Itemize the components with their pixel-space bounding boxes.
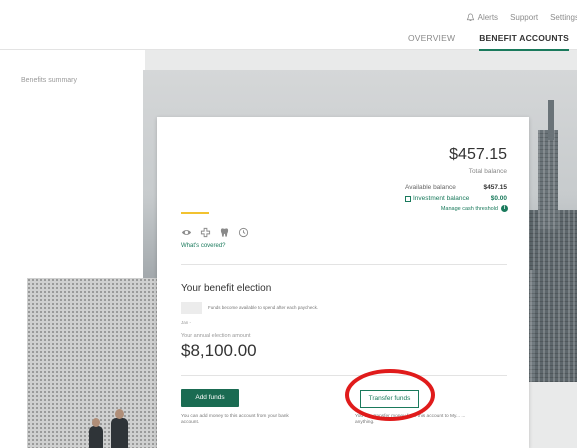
highlight-circle xyxy=(345,369,435,421)
external-link-icon xyxy=(405,195,411,202)
manage-cash-threshold-link[interactable]: Manage cash threshold i xyxy=(441,205,508,212)
add-funds-help: You can add money to this account from y… xyxy=(181,414,289,426)
investment-balance-value: $0.00 xyxy=(490,195,507,202)
info-icon[interactable]: i xyxy=(501,205,508,212)
building-people-image xyxy=(27,278,162,448)
settings-link[interactable]: Settings xyxy=(550,13,577,22)
eye-icon[interactable] xyxy=(181,227,192,238)
annual-election-amount: $8,100.00 xyxy=(181,341,257,360)
alerts-label: Alerts xyxy=(477,13,499,22)
available-balance-row: Available balance $457.15 xyxy=(405,184,507,191)
tab-benefit-accounts[interactable]: BENEFIT ACCOUNTS xyxy=(479,33,569,51)
bell-icon xyxy=(466,13,474,21)
benefit-election-title: Your benefit election xyxy=(181,283,272,294)
available-balance-label: Available balance xyxy=(405,184,456,191)
whats-covered-link[interactable]: What's covered? xyxy=(181,243,226,249)
investment-balance-link[interactable]: Investment balance xyxy=(405,195,479,202)
clock-icon[interactable] xyxy=(238,227,249,238)
utility-nav: Alerts Support Settings xyxy=(466,13,577,22)
divider xyxy=(181,375,507,376)
support-link[interactable]: Support xyxy=(510,13,538,22)
manage-cash-threshold-label: Manage cash threshold xyxy=(440,205,498,212)
investment-balance-row[interactable]: Investment balance $0.00 xyxy=(405,195,507,202)
alerts-link[interactable]: Alerts xyxy=(466,13,498,22)
tooth-icon[interactable] xyxy=(219,227,230,238)
available-balance-value: $457.15 xyxy=(483,184,508,191)
benefit-account-card: $457.15 Total balance Available balance … xyxy=(157,117,529,448)
progress-bar xyxy=(181,212,209,214)
annual-election-label: Your annual election amount xyxy=(181,333,251,339)
medical-cross-icon[interactable] xyxy=(200,227,211,238)
tab-overview[interactable]: OVERVIEW xyxy=(408,33,455,51)
election-date: Jan - xyxy=(181,320,192,325)
top-header: Alerts Support Settings OVERVIEW BENEFIT… xyxy=(0,0,577,51)
total-balance-label: Total balance xyxy=(468,168,507,175)
funding-note: Funds become available to spend after ea… xyxy=(208,305,319,310)
benefits-summary-title: Benefits summary xyxy=(21,77,78,84)
coverage-icons xyxy=(181,227,249,238)
funding-thumbnail xyxy=(181,302,202,314)
main-tabs: OVERVIEW BENEFIT ACCOUNTS xyxy=(408,33,569,51)
investment-balance-label: Investment balance xyxy=(413,195,470,202)
total-balance: $457.15 xyxy=(449,146,507,163)
divider xyxy=(181,264,507,265)
add-funds-button[interactable]: Add funds xyxy=(181,389,239,407)
